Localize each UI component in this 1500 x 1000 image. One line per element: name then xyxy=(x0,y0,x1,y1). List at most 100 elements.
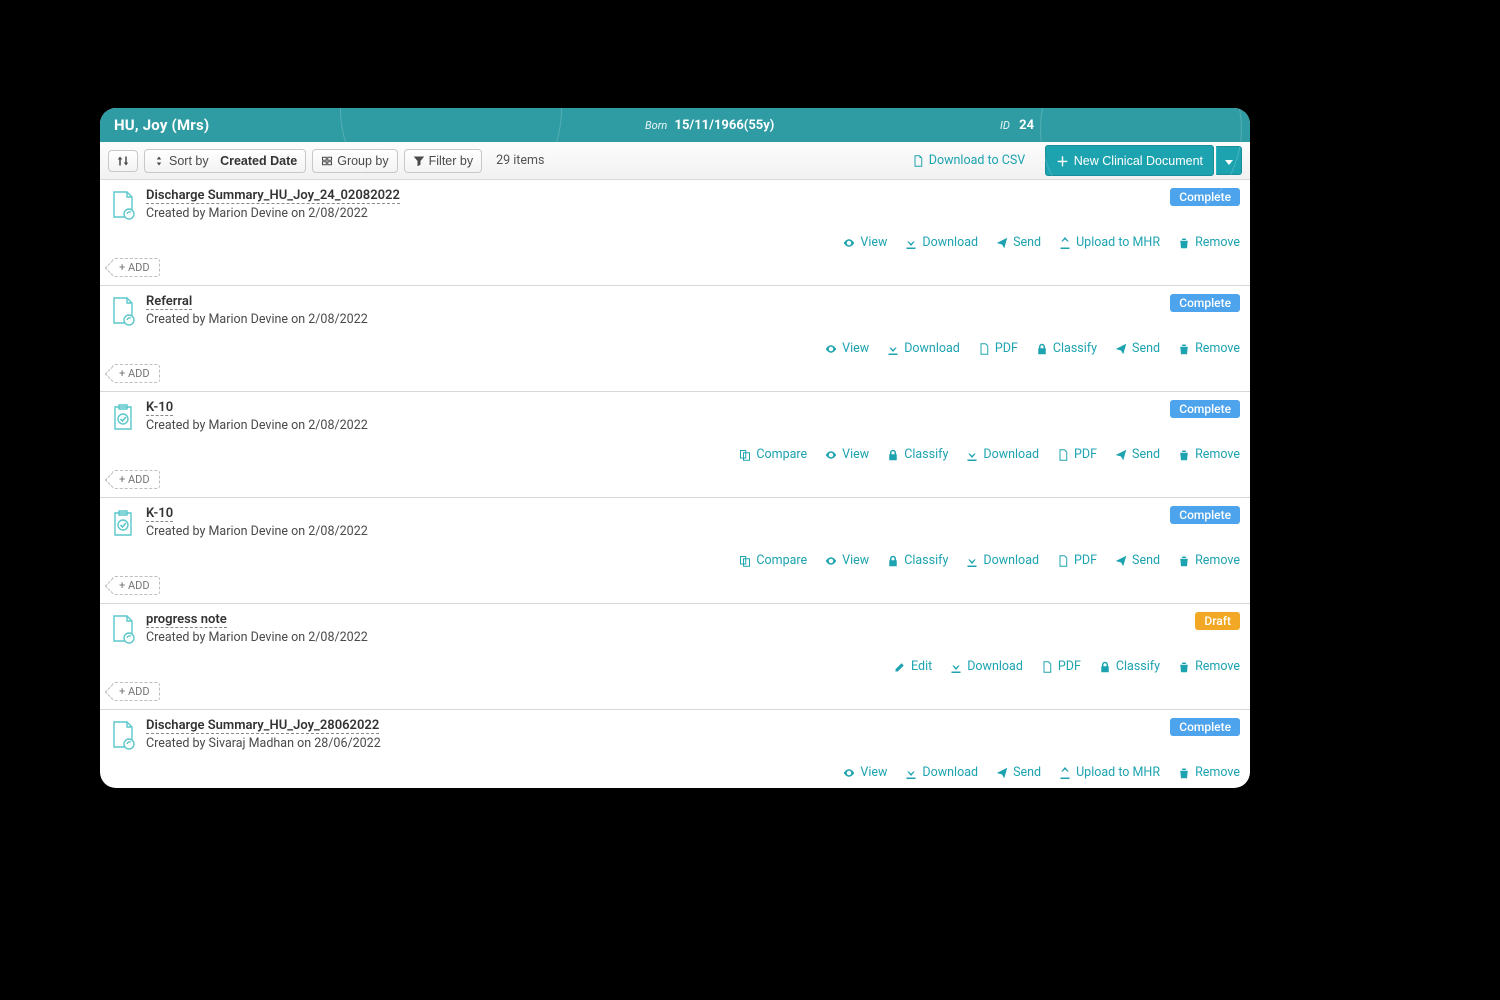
remove-icon xyxy=(1178,661,1190,673)
send-action[interactable]: Send xyxy=(1115,447,1160,462)
classify-icon xyxy=(1036,343,1048,355)
classify-action[interactable]: Classify xyxy=(1036,341,1097,356)
classify-icon xyxy=(887,449,899,461)
add-button[interactable]: + ADD xyxy=(112,682,160,701)
pdf-action[interactable]: PDF xyxy=(1057,553,1097,568)
download-icon xyxy=(887,343,899,355)
remove-action[interactable]: Remove xyxy=(1178,447,1240,462)
pdf-action[interactable]: PDF xyxy=(978,341,1018,356)
remove-action[interactable]: Remove xyxy=(1178,553,1240,568)
view-icon xyxy=(825,555,837,567)
sort-by-button[interactable]: Sort by Created Date xyxy=(144,149,306,173)
view-action[interactable]: View xyxy=(825,553,869,568)
download-action[interactable]: Download xyxy=(950,659,1023,674)
row-actions: View Download PDF Classify Send Remove xyxy=(110,341,1240,356)
download-icon xyxy=(905,237,917,249)
document-subtitle: Created by Sivaraj Madhan on 28/06/2022 xyxy=(146,736,1160,751)
patient-id: ID 24 xyxy=(1000,118,1034,133)
remove-action[interactable]: Remove xyxy=(1178,765,1240,780)
document-icon xyxy=(110,190,136,220)
view-action[interactable]: View xyxy=(843,765,887,780)
document-title-link[interactable]: K-10 xyxy=(146,506,173,522)
download-icon xyxy=(966,449,978,461)
upload-mhr-icon xyxy=(1059,767,1071,779)
view-action[interactable]: View xyxy=(843,235,887,250)
edit-icon xyxy=(894,661,906,673)
pdf-action[interactable]: PDF xyxy=(1041,659,1081,674)
document-icon xyxy=(110,614,136,644)
document-icon xyxy=(110,720,136,750)
download-action[interactable]: Download xyxy=(905,235,978,250)
remove-action[interactable]: Remove xyxy=(1178,659,1240,674)
classify-action[interactable]: Classify xyxy=(887,553,948,568)
document-subtitle: Created by Marion Devine on 2/08/2022 xyxy=(146,206,1160,221)
classify-action[interactable]: Classify xyxy=(1099,659,1160,674)
download-action[interactable]: Download xyxy=(887,341,960,356)
classify-action[interactable]: Classify xyxy=(887,447,948,462)
document-title-link[interactable]: Referral xyxy=(146,294,192,310)
upload-mhr-action[interactable]: Upload to MHR xyxy=(1059,765,1160,780)
pdf-action[interactable]: PDF xyxy=(1057,447,1097,462)
send-icon xyxy=(1115,343,1127,355)
pdf-icon xyxy=(1041,661,1053,673)
upload-mhr-icon xyxy=(1059,237,1071,249)
remove-action[interactable]: Remove xyxy=(1178,235,1240,250)
remove-icon xyxy=(1178,555,1190,567)
download-action[interactable]: Download xyxy=(905,765,978,780)
remove-action[interactable]: Remove xyxy=(1178,341,1240,356)
document-row: K-10 Created by Marion Devine on 2/08/202… xyxy=(100,392,1250,498)
view-action[interactable]: View xyxy=(825,341,869,356)
row-actions: View Download Send Upload to MHR Remove xyxy=(110,765,1240,780)
download-action[interactable]: Download xyxy=(966,553,1039,568)
document-row: ReferralCreated by Marion Devine on 2/08… xyxy=(100,286,1250,392)
document-subtitle: Created by Marion Devine on 2/08/2022 xyxy=(146,418,1160,433)
document-title-link[interactable]: progress note xyxy=(146,612,227,628)
upload-mhr-action[interactable]: Upload to MHR xyxy=(1059,235,1160,250)
document-title-link[interactable]: K-10 xyxy=(146,400,173,416)
edit-action[interactable]: Edit xyxy=(894,659,932,674)
send-action[interactable]: Send xyxy=(1115,341,1160,356)
view-icon xyxy=(825,449,837,461)
document-title-link[interactable]: Discharge Summary_HU_Joy_28062022 xyxy=(146,718,379,734)
clipboard-icon xyxy=(110,402,136,432)
document-title-link[interactable]: Discharge Summary_HU_Joy_24_02082022 xyxy=(146,188,400,204)
patient-header: HU, Joy (Mrs) Born 15/11/1966(55y) ID 24 xyxy=(100,108,1250,142)
remove-icon xyxy=(1178,343,1190,355)
clipboard-icon xyxy=(110,508,136,538)
add-button[interactable]: + ADD xyxy=(112,576,160,595)
remove-icon xyxy=(1178,767,1190,779)
status-badge: Complete xyxy=(1170,718,1240,736)
send-action[interactable]: Send xyxy=(996,765,1041,780)
add-button[interactable]: + ADD xyxy=(112,364,160,383)
document-row: K-10 Created by Marion Devine on 2/08/202… xyxy=(100,498,1250,604)
compare-action[interactable]: Compare xyxy=(739,447,807,462)
group-icon xyxy=(321,155,333,167)
add-button[interactable]: + ADD xyxy=(112,470,160,489)
classify-icon xyxy=(1099,661,1111,673)
document-row: Discharge Summary_HU_Joy_28062022 Created… xyxy=(100,710,1250,788)
sort-direction-button[interactable] xyxy=(108,150,138,172)
app-window: HU, Joy (Mrs) Born 15/11/1966(55y) ID 24… xyxy=(100,108,1250,788)
send-icon xyxy=(1115,449,1127,461)
updown-icon xyxy=(153,155,165,167)
document-subtitle: Created by Marion Devine on 2/08/2022 xyxy=(146,524,1160,539)
status-badge: Draft xyxy=(1195,612,1240,630)
row-actions: Compare View Classify Download PDF Send Remove xyxy=(110,553,1240,568)
add-button[interactable]: + ADD xyxy=(112,258,160,277)
download-csv-link[interactable]: Download to CSV xyxy=(912,153,1025,168)
send-icon xyxy=(996,237,1008,249)
download-icon xyxy=(950,661,962,673)
compare-action[interactable]: Compare xyxy=(739,553,807,568)
view-action[interactable]: View xyxy=(825,447,869,462)
compare-icon xyxy=(739,449,751,461)
send-action[interactable]: Send xyxy=(996,235,1041,250)
patient-born: Born 15/11/1966(55y) xyxy=(645,118,774,133)
pdf-icon xyxy=(1057,555,1069,567)
send-action[interactable]: Send xyxy=(1115,553,1160,568)
status-badge: Complete xyxy=(1170,294,1240,312)
send-icon xyxy=(1115,555,1127,567)
download-action[interactable]: Download xyxy=(966,447,1039,462)
pdf-icon xyxy=(1057,449,1069,461)
document-list: Discharge Summary_HU_Joy_24_02082022 Crea… xyxy=(100,180,1250,788)
document-row: progress noteCreated by Marion Devine on… xyxy=(100,604,1250,710)
